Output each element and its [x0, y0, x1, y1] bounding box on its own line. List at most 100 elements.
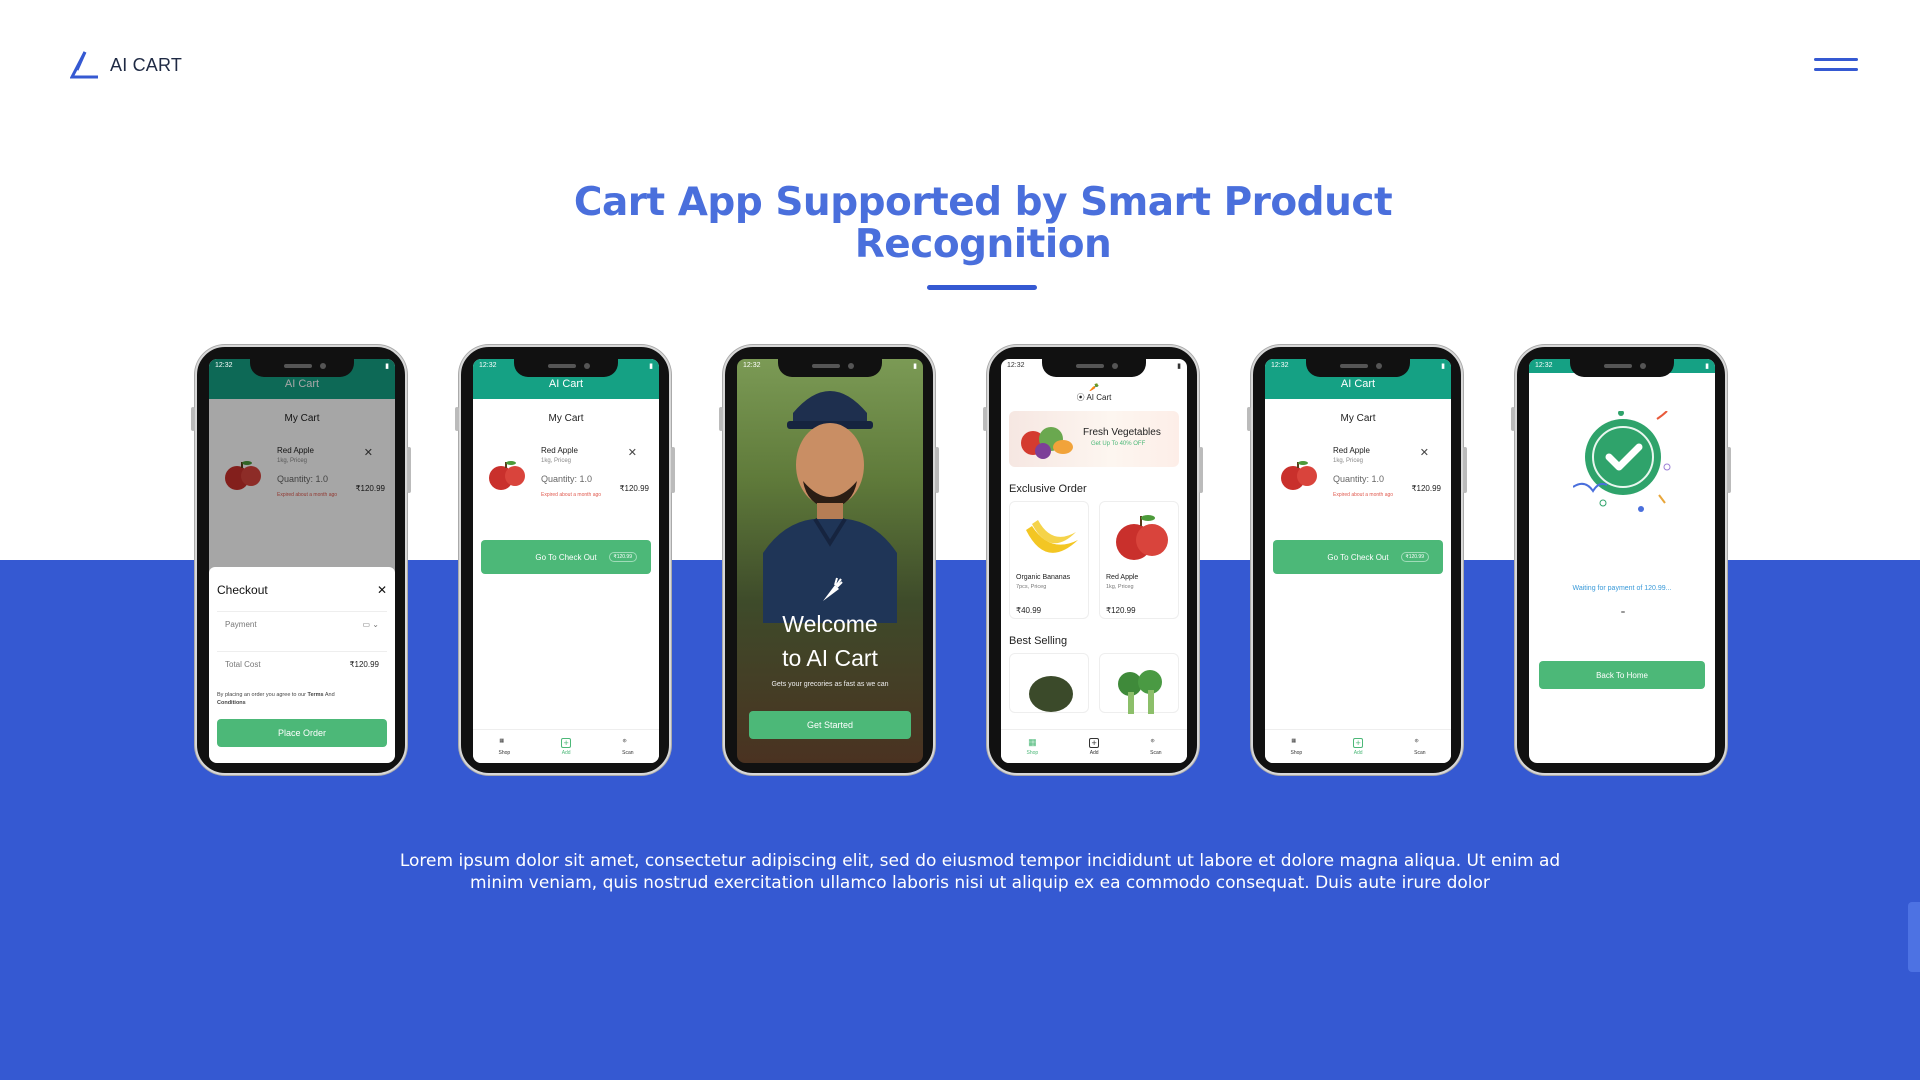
- banner-title: Fresh Vegetables: [1083, 427, 1161, 438]
- terms-link[interactable]: Terms: [308, 692, 324, 698]
- payment-label: Payment: [225, 620, 257, 629]
- waiting-message: Waiting for payment of 120.99...: [1572, 585, 1672, 592]
- bottom-nav: ▦ Shop + Add ⦶ Scan: [473, 729, 659, 763]
- total-label: Total Cost: [225, 660, 261, 669]
- phone-welcome: 12:32 ▮ Welcome to AI Cart Gets your greco…: [719, 345, 939, 775]
- battery-icon: ▮: [1177, 363, 1181, 370]
- item-expiry: Expired about a month ago: [1333, 492, 1394, 498]
- nav-scan[interactable]: ⦶ Scan: [1150, 738, 1161, 756]
- phone-screen: 12:32 ▮ 🥕 ⦿ AI Cart Fresh Vegetables Get U…: [1001, 359, 1187, 763]
- apple-icon: [1281, 461, 1317, 490]
- product-name: Organic Bananas: [1016, 574, 1071, 581]
- go-to-checkout-button[interactable]: Go To Check Out ₹120.99: [481, 540, 651, 574]
- nav-add-label: Add: [1089, 749, 1099, 756]
- product-card[interactable]: [1009, 653, 1089, 713]
- scan-icon: ⦶: [1414, 737, 1419, 744]
- remove-item-icon[interactable]: ✕: [628, 446, 637, 459]
- battery-icon: ▮: [913, 363, 917, 370]
- nav-add[interactable]: + Add: [561, 737, 572, 756]
- product-price: ₹40.99: [1016, 606, 1042, 615]
- promo-banner[interactable]: Fresh Vegetables Get Up To 40% OFF: [1009, 411, 1179, 467]
- back-to-home-button[interactable]: Back To Home: [1539, 661, 1705, 689]
- checkout-price-pill: ₹120.99: [608, 552, 637, 562]
- nav-shop-label: Shop: [1026, 749, 1039, 756]
- checkout-title-row: Checkout ✕: [217, 583, 387, 597]
- shop-app-name: AI Cart: [1086, 393, 1112, 402]
- nav-shop[interactable]: ▦ Shop: [498, 738, 510, 756]
- nav-scan[interactable]: ⦶ Scan: [622, 738, 633, 756]
- side-button: [935, 447, 939, 493]
- phone-notch: [250, 359, 354, 377]
- phone-shop: 12:32 ▮ 🥕 ⦿ AI Cart Fresh Vegetables Get U…: [983, 345, 1203, 775]
- go-to-checkout-button[interactable]: Go To Check Out ₹120.99: [1273, 540, 1443, 574]
- nav-add[interactable]: + Add: [1089, 737, 1100, 756]
- app-title: AI Cart: [548, 378, 584, 390]
- loading-spinner: [1621, 611, 1625, 613]
- welcome-line-2: to AI Cart: [782, 645, 878, 671]
- phone-notch: [514, 359, 618, 377]
- checkout-sheet: Checkout ✕ Payment ▭ ⌄ Total Cost ₹120.99 B…: [209, 567, 395, 763]
- item-expiry: Expired about a month ago: [541, 492, 602, 498]
- site-header: AI CART: [70, 50, 182, 80]
- side-button: [1199, 447, 1203, 493]
- item-name: Red Apple: [541, 446, 578, 455]
- avocado-icon: [1029, 676, 1073, 712]
- nav-scan-label: Scan: [1150, 749, 1162, 756]
- card-chevron-icon: ▭ ⌄: [362, 620, 379, 629]
- side-button: [1511, 407, 1515, 431]
- item-price: ₹120.99: [619, 484, 649, 493]
- nav-shop[interactable]: ▦ Shop: [1026, 737, 1039, 756]
- battery-icon: ▮: [385, 363, 389, 370]
- phone-cart-2: 12:32 ▮ AI Cart My Cart Red Apple 1kg, Pr…: [1247, 345, 1467, 775]
- phone-screen: 12:32 ▮ AI Cart My Cart Red Apple 1kg, Pr…: [473, 359, 659, 763]
- product-card[interactable]: [1099, 653, 1179, 714]
- menu-line-icon: [1814, 68, 1858, 71]
- add-icon: +: [1089, 737, 1100, 748]
- checkout-label: Go To Check Out: [1327, 552, 1389, 562]
- add-icon: +: [561, 737, 572, 748]
- hamburger-menu-button[interactable]: [1814, 56, 1858, 76]
- side-button: [407, 447, 411, 493]
- terms-prefix: By placing an order you agree to our: [217, 692, 306, 698]
- scroll-tab[interactable]: [1908, 902, 1920, 972]
- payment-row[interactable]: Payment ▭ ⌄: [217, 611, 387, 637]
- nav-scan-label: Scan: [1414, 749, 1426, 756]
- shop-icon: ▦: [499, 737, 505, 744]
- conditions-link[interactable]: Conditions: [217, 700, 246, 706]
- success-check-icon: [1573, 411, 1671, 512]
- side-button: [983, 407, 987, 431]
- status-time: 12:32: [743, 362, 761, 369]
- scan-icon: ⦶: [1150, 737, 1155, 744]
- status-time: 12:32: [1007, 362, 1025, 369]
- place-order-button[interactable]: Place Order: [217, 719, 387, 747]
- product-sub: 7pcs, Priceg: [1016, 584, 1047, 590]
- total-row: Total Cost ₹120.99: [217, 651, 387, 677]
- close-icon[interactable]: ✕: [377, 583, 387, 597]
- item-quantity: Quantity: 1.0: [1333, 474, 1385, 484]
- add-icon: +: [1353, 737, 1364, 748]
- product-card[interactable]: Red Apple 1kg, Priceg ₹120.99: [1099, 501, 1179, 619]
- side-button: [191, 407, 195, 431]
- vegetables-icon: [1021, 427, 1073, 459]
- remove-item-icon[interactable]: ✕: [1420, 446, 1429, 459]
- cart-heading: My Cart: [1340, 413, 1376, 424]
- phone-notch: [1306, 359, 1410, 377]
- battery-icon: ▮: [649, 363, 653, 370]
- nav-add-label: Add: [1353, 749, 1363, 756]
- get-started-button[interactable]: Get Started: [749, 711, 911, 739]
- side-button: [1247, 407, 1251, 431]
- bottom-nav: ▦ Shop + Add ⦶ Scan: [1001, 729, 1187, 763]
- phone-notch: [1042, 359, 1146, 377]
- nav-scan[interactable]: ⦶ Scan: [1414, 738, 1425, 756]
- nav-shop[interactable]: ▦ Shop: [1290, 738, 1302, 756]
- nav-add[interactable]: + Add: [1353, 737, 1364, 756]
- product-card[interactable]: Organic Bananas 7pcs, Priceg ₹40.99: [1009, 501, 1089, 619]
- phone-success: 12:32 ▮ Waiting for payment of 120.99... …: [1511, 345, 1731, 775]
- side-button: [1463, 447, 1467, 493]
- item-sub: 1kg, Priceg: [1333, 458, 1364, 464]
- exclusive-heading: Exclusive Order: [1009, 483, 1087, 495]
- brand-name[interactable]: AI CART: [110, 55, 182, 76]
- location-icon: ⦿: [1076, 393, 1085, 402]
- logo-icon[interactable]: [70, 50, 100, 80]
- best-selling-products: [1009, 653, 1179, 714]
